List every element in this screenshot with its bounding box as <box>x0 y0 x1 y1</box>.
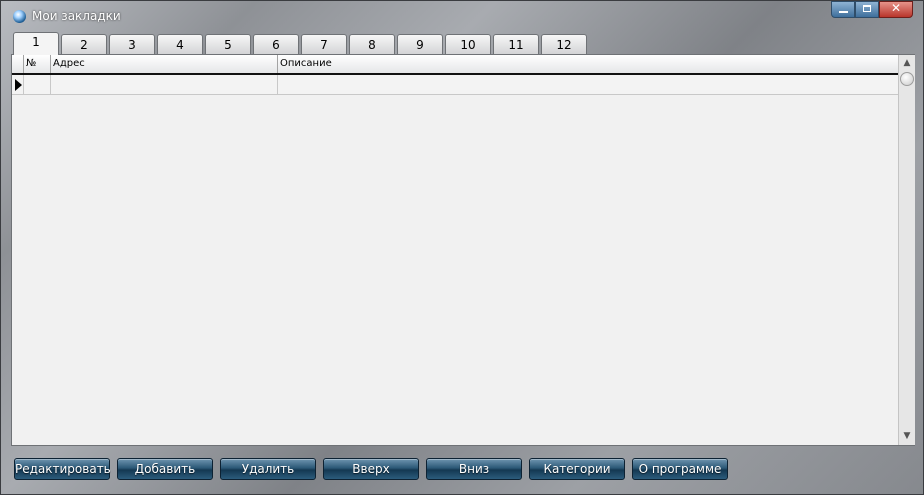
minimize-icon <box>839 11 848 13</box>
column-header-address[interactable]: Адрес <box>51 55 278 73</box>
title-bar[interactable]: Мои закладки ✕ <box>1 1 923 31</box>
scroll-down-icon[interactable]: ▼ <box>900 429 914 443</box>
scroll-thumb[interactable] <box>900 72 914 86</box>
tab-1[interactable]: 1 <box>13 32 59 55</box>
move-up-button[interactable]: Вверх <box>323 458 419 480</box>
add-button[interactable]: Добавить <box>117 458 213 480</box>
about-button[interactable]: О программе <box>632 458 728 480</box>
minimize-button[interactable] <box>831 1 855 18</box>
tab-11[interactable]: 11 <box>493 34 539 54</box>
row-indicator-header <box>12 55 24 73</box>
row-indicator <box>12 75 24 94</box>
maximize-icon <box>863 5 871 12</box>
move-down-button[interactable]: Вниз <box>426 458 522 480</box>
cell-description[interactable] <box>278 75 898 94</box>
tab-9[interactable]: 9 <box>397 34 443 54</box>
cell-address[interactable] <box>51 75 278 94</box>
grid-header: № Адрес Описание <box>12 55 898 75</box>
scroll-up-icon[interactable]: ▲ <box>900 56 914 70</box>
table-row[interactable] <box>12 75 898 95</box>
column-header-number[interactable]: № <box>24 55 51 73</box>
delete-button[interactable]: Удалить <box>220 458 316 480</box>
bookmarks-grid[interactable]: № Адрес Описание ▲ ▼ <box>11 54 915 446</box>
maximize-button[interactable] <box>855 1 879 18</box>
tab-4[interactable]: 4 <box>157 34 203 54</box>
edit-button[interactable]: Редактировать <box>14 458 111 480</box>
tab-7[interactable]: 7 <box>301 34 347 54</box>
column-header-description[interactable]: Описание <box>278 55 898 73</box>
tab-8[interactable]: 8 <box>349 34 395 54</box>
categories-button[interactable]: Категории <box>529 458 625 480</box>
tab-6[interactable]: 6 <box>253 34 299 54</box>
tab-10[interactable]: 10 <box>445 34 491 54</box>
bookmarks-window: Мои закладки ✕ 1 2 3 4 5 6 7 8 9 10 11 1… <box>0 0 924 495</box>
app-globe-icon <box>13 10 26 23</box>
tab-2[interactable]: 2 <box>61 34 107 54</box>
close-icon: ✕ <box>890 1 902 15</box>
cell-number[interactable] <box>24 75 51 94</box>
vertical-scrollbar[interactable]: ▲ ▼ <box>898 55 915 445</box>
tab-5[interactable]: 5 <box>205 34 251 54</box>
current-row-arrow-icon <box>15 79 22 91</box>
window-title: Мои закладки <box>32 9 121 23</box>
tab-3[interactable]: 3 <box>109 34 155 54</box>
tab-12[interactable]: 12 <box>541 34 587 54</box>
close-button[interactable]: ✕ <box>879 1 913 18</box>
